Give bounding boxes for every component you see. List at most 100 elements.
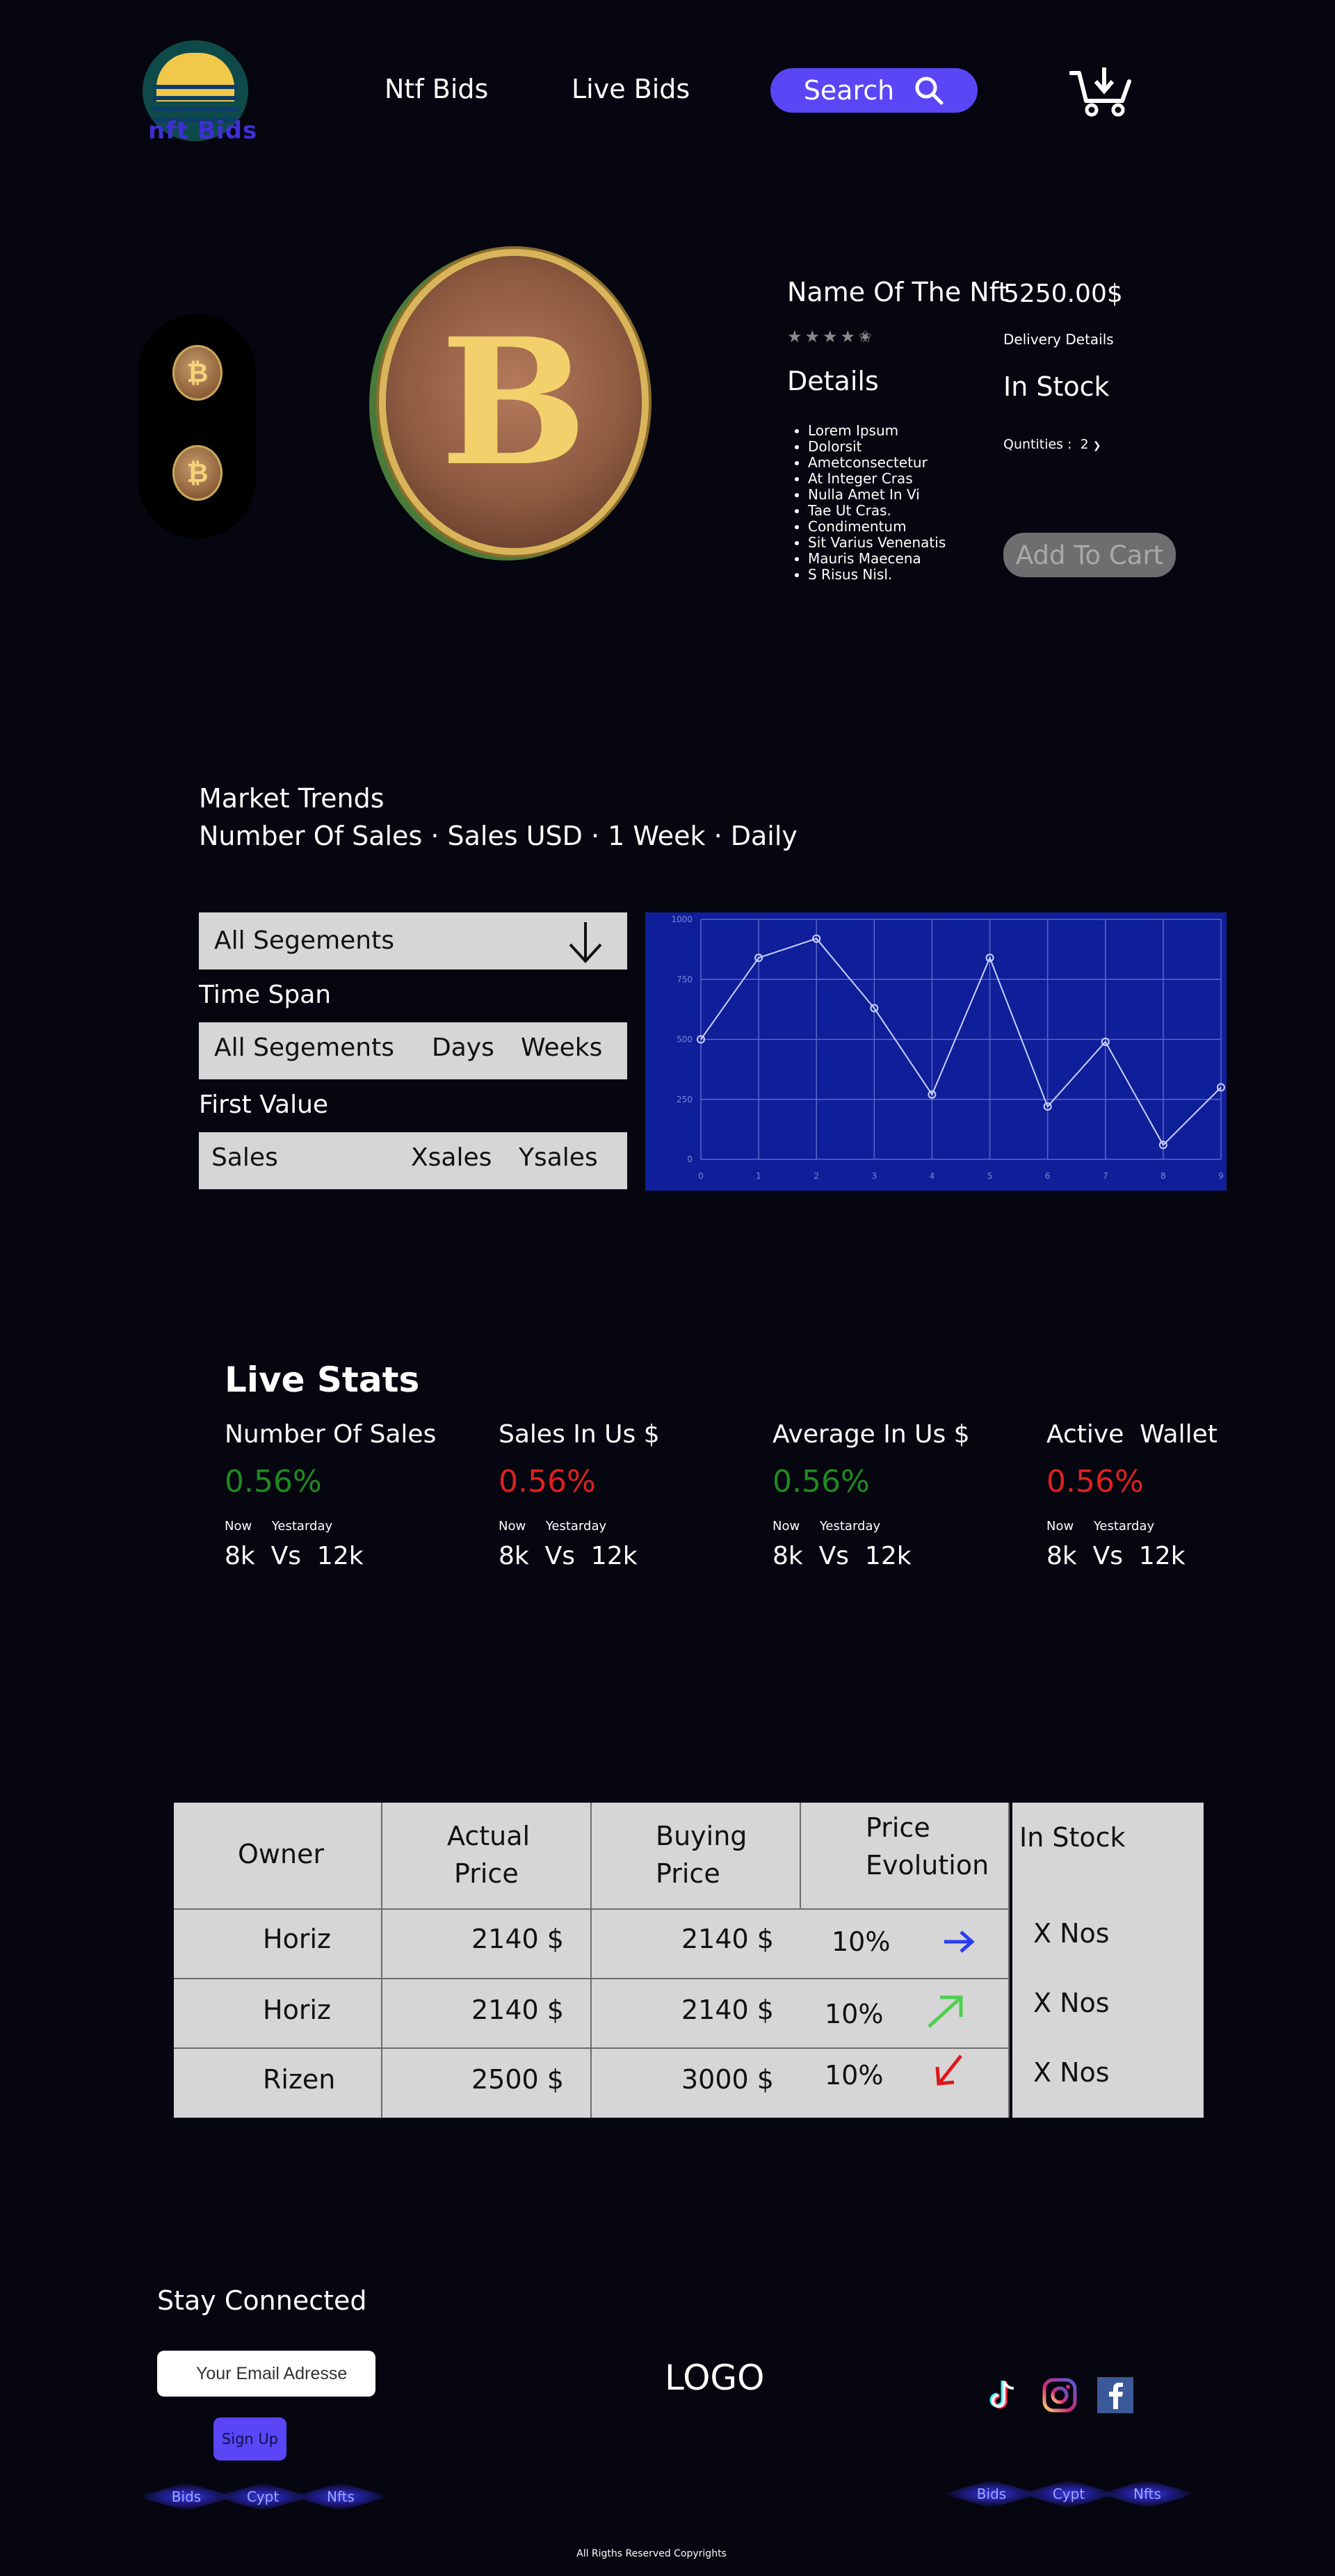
arrow-down-icon bbox=[569, 922, 602, 963]
details-item: Sit Varius Venenatis bbox=[808, 535, 946, 551]
facebook-icon[interactable] bbox=[1097, 2377, 1133, 2413]
header-actual-line2: Price bbox=[454, 1858, 519, 1889]
details-item: S Risus Nisl. bbox=[808, 567, 946, 583]
chart-x-tick-label: 9 bbox=[1218, 1171, 1224, 1181]
nft-image-bitcoin: B bbox=[386, 256, 642, 548]
chart-x-tick-label: 3 bbox=[872, 1171, 877, 1181]
cell-actual-price: 2140 $ bbox=[471, 1995, 564, 2025]
details-item: Lorem Ipsum bbox=[808, 423, 946, 439]
cart-icon[interactable] bbox=[1069, 66, 1132, 118]
cell-owner: Horiz bbox=[263, 1995, 331, 2025]
stat-compare-values: 8k Vs 12k bbox=[499, 1542, 638, 1570]
chart-x-tick-label: 6 bbox=[1045, 1171, 1051, 1181]
footer-link-nfts[interactable]: Nfts bbox=[292, 2483, 389, 2511]
quantity-value: 2 bbox=[1080, 437, 1089, 452]
details-item: Dolorsit bbox=[808, 439, 946, 455]
down-left-arrow-icon bbox=[935, 2054, 962, 2086]
chart-y-tick-label: 0 bbox=[687, 1154, 693, 1164]
search-icon bbox=[915, 77, 944, 105]
quantity-label: Quntities : bbox=[1003, 437, 1072, 452]
header-buying-line1: Buying bbox=[656, 1821, 747, 1851]
chart-x-tick-label: 5 bbox=[987, 1171, 993, 1181]
thumbnail-coin-1[interactable]: ₿ bbox=[172, 345, 222, 401]
stat-card-number-of-sales: Number Of Sales 0.56% Now Yestarday 8k V… bbox=[225, 1420, 489, 1570]
quantity-selector[interactable]: Quntities : 2 ❯ bbox=[1003, 437, 1101, 452]
stay-connected-heading: Stay Connected bbox=[157, 2285, 367, 2316]
time-span-days[interactable]: Days bbox=[432, 1033, 494, 1062]
stat-percent: 0.56% bbox=[772, 1464, 870, 1499]
details-item: Condimentum bbox=[808, 519, 946, 535]
chart-x-tick-label: 4 bbox=[930, 1171, 935, 1181]
chart-y-tick-label: 250 bbox=[677, 1095, 693, 1104]
cell-evolution: 10% bbox=[832, 1926, 891, 1957]
cell-buying-price: 2140 $ bbox=[681, 1924, 774, 1954]
cell-buying-price: 3000 $ bbox=[681, 2064, 774, 2095]
header-owner: Owner bbox=[238, 1839, 325, 1869]
first-value-ysales[interactable]: Ysales bbox=[519, 1143, 598, 1172]
delivery-details-link[interactable]: Delivery Details bbox=[1003, 331, 1114, 348]
rating-stars: ★★★★✬ bbox=[787, 327, 875, 346]
stat-compare-values: 8k Vs 12k bbox=[225, 1542, 364, 1570]
stat-percent: 0.56% bbox=[499, 1464, 596, 1499]
chart-x-tick-label: 0 bbox=[698, 1171, 704, 1181]
first-value-xsales[interactable]: Xsales bbox=[411, 1143, 492, 1172]
thumbnail-coin-2[interactable]: ₿ bbox=[172, 445, 222, 501]
time-span-weeks[interactable]: Weeks bbox=[521, 1033, 602, 1062]
cell-in-stock: X Nos bbox=[1033, 1918, 1110, 1949]
email-input[interactable] bbox=[157, 2351, 375, 2397]
stat-percent: 0.56% bbox=[1046, 1464, 1144, 1499]
market-trend-chart: 0 250 500 750 1000 0 1 2 3 4 5 6 7 8 9 bbox=[645, 912, 1227, 1191]
cell-owner: Rizen bbox=[263, 2064, 336, 2095]
stat-label: Average In Us $ bbox=[772, 1420, 970, 1449]
chevron-down-icon: ❯ bbox=[1092, 440, 1101, 451]
first-value-sales[interactable]: Sales bbox=[211, 1143, 278, 1172]
chart-background bbox=[645, 912, 1227, 1191]
add-to-cart-button[interactable]: Add To Cart bbox=[1003, 533, 1176, 577]
price-table: Owner Actual Price Buying Price Price Ev… bbox=[174, 1803, 1204, 2118]
product-name: Name Of The Nft bbox=[787, 277, 1009, 307]
nav-live-bids[interactable]: Live Bids bbox=[572, 74, 690, 104]
stat-compare-values: 8k Vs 12k bbox=[1046, 1542, 1186, 1570]
search-button[interactable]: Search bbox=[770, 68, 978, 113]
chart-x-tick-label: 7 bbox=[1103, 1171, 1108, 1181]
cell-in-stock: X Nos bbox=[1033, 2057, 1110, 2088]
nav-ntf-bids[interactable]: Ntf Bids bbox=[385, 74, 488, 104]
stat-card-sales-usd: Sales In Us $ 0.56% Now Yestarday 8k Vs … bbox=[499, 1420, 763, 1570]
details-item: Ametconsectetur bbox=[808, 455, 946, 471]
product-price: 5250.00$ bbox=[1003, 280, 1123, 308]
stat-label: Active Wallet bbox=[1046, 1420, 1217, 1449]
right-arrow-icon bbox=[944, 1931, 975, 1953]
cell-in-stock: X Nos bbox=[1033, 1988, 1110, 2018]
sign-up-button[interactable]: Sign Up bbox=[213, 2417, 286, 2461]
time-span-selector: All Segements Days Weeks bbox=[199, 1022, 627, 1079]
copyright-text: All Rigths Reserved Copyrights bbox=[576, 2548, 727, 2559]
stat-label: Number Of Sales bbox=[225, 1420, 437, 1449]
stat-card-active-wallet: Active Wallet 0.56% Now Yestarday 8k Vs … bbox=[1046, 1420, 1304, 1570]
time-span-all-segments[interactable]: All Segements bbox=[214, 1033, 394, 1062]
chart-y-tick-label: 750 bbox=[677, 974, 693, 984]
header-in-stock: In Stock bbox=[1019, 1822, 1126, 1853]
details-item: Tae Ut Cras. bbox=[808, 503, 946, 519]
header-actual-line1: Actual bbox=[447, 1821, 531, 1851]
instagram-icon[interactable] bbox=[1042, 2377, 1078, 2413]
thumbnail-rail: ₿ ₿ bbox=[138, 314, 256, 538]
segment-dropdown-value: All Segements bbox=[214, 926, 394, 955]
details-item: Nulla Amet In Vi bbox=[808, 487, 946, 503]
segment-dropdown[interactable]: All Segements bbox=[199, 912, 627, 969]
stat-compare-labels: Now Yestarday bbox=[1046, 1519, 1155, 1533]
footer-logo: LOGO bbox=[665, 2358, 765, 2398]
cell-owner: Horiz bbox=[263, 1924, 331, 1954]
first-value-selector: Sales Xsales Ysales bbox=[199, 1132, 627, 1189]
chart-y-tick-label: 500 bbox=[677, 1035, 693, 1045]
cell-buying-price: 2140 $ bbox=[681, 1995, 774, 2025]
cell-evolution: 10% bbox=[825, 2060, 884, 2091]
details-heading: Details bbox=[787, 366, 879, 396]
market-trends-title: Market Trends bbox=[199, 783, 385, 814]
stat-compare-labels: Now Yestarday bbox=[499, 1519, 607, 1533]
market-trends-subtitle: Number Of Sales · Sales USD · 1 Week · D… bbox=[199, 821, 798, 851]
time-span-label: Time Span bbox=[199, 981, 332, 1009]
tiktok-icon[interactable] bbox=[985, 2377, 1021, 2413]
footer-link-nfts-right[interactable]: Nfts bbox=[1099, 2480, 1196, 2508]
header-evolution-line2: Evolution bbox=[866, 1850, 989, 1881]
chart-y-tick-label: 1000 bbox=[671, 915, 693, 924]
